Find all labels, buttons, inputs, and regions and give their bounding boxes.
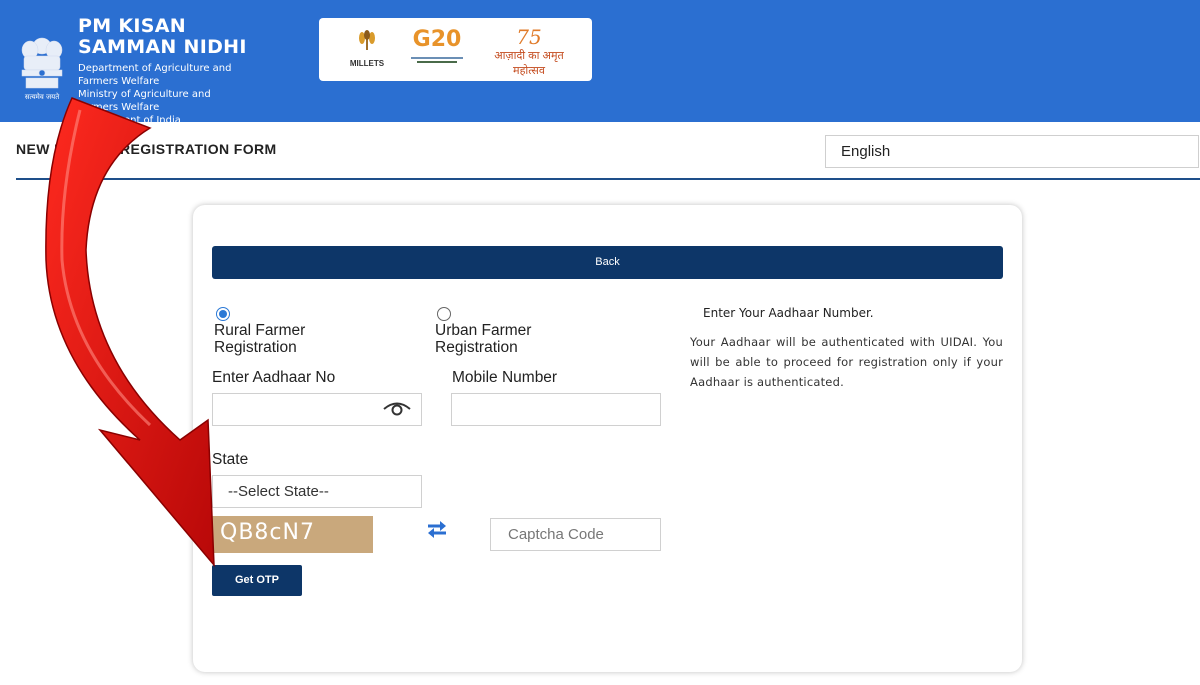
emblem-caption: सत्यमेव जयते xyxy=(25,92,60,101)
state-select[interactable]: --Select State-- xyxy=(212,475,422,508)
g20-logo: G20 xyxy=(401,28,473,70)
rural-farmer-label-line: Registration xyxy=(214,339,297,356)
g20-logo-text: G20 xyxy=(412,27,462,52)
azadi-logo-number: 75 xyxy=(516,25,542,49)
g20-tagline-icon xyxy=(411,57,463,63)
rural-farmer-label-line: Rural Farmer xyxy=(214,322,306,339)
site-subtitle-line: Ministry of Agriculture and xyxy=(78,89,211,100)
millets-logo-text: MILLETS xyxy=(349,59,385,68)
back-button[interactable]: Back xyxy=(212,246,1003,279)
mobile-label: Mobile Number xyxy=(452,369,558,386)
site-header: सत्यमेव जयते PM KISAN SAMMAN NIDHI Depar… xyxy=(0,0,1200,126)
site-subtitle-line: Government of India xyxy=(78,115,181,126)
urban-farmer-label-line: Urban Farmer xyxy=(435,322,532,339)
site-title-line-2: SAMMAN NIDHI xyxy=(78,36,247,58)
aadhaar-label: Enter Aadhaar No xyxy=(212,369,336,386)
millets-logo: MILLETS xyxy=(337,30,397,68)
language-select[interactable]: English xyxy=(825,135,1199,168)
rural-farmer-radio[interactable] xyxy=(216,307,230,321)
rural-farmer-label[interactable]: Rural Farmer Registration xyxy=(214,322,305,356)
urban-farmer-label-line: Registration xyxy=(435,339,518,356)
info-heading: Enter Your Aadhaar Number. xyxy=(703,306,874,320)
state-label: State xyxy=(212,451,249,468)
partner-logos: MILLETS G20 75 आज़ादी का अमृत महोत्सव xyxy=(319,18,592,81)
site-subtitle-line: Farmers Welfare xyxy=(78,76,160,87)
national-emblem-icon: सत्यमेव जयते xyxy=(21,37,63,101)
eye-icon[interactable] xyxy=(381,400,413,416)
azadi-logo-text: आज़ादी का अमृत महोत्सव xyxy=(494,50,564,77)
site-title-line-1: PM KISAN xyxy=(78,15,186,37)
site-subtitle-line: Department of Agriculture and xyxy=(78,63,232,74)
captcha-input[interactable]: Captcha Code xyxy=(490,518,661,551)
captcha-image: QB8cN7 xyxy=(212,516,373,553)
urban-farmer-radio[interactable] xyxy=(437,307,451,321)
urban-farmer-label[interactable]: Urban Farmer Registration xyxy=(435,322,531,356)
site-title-block: PM KISAN SAMMAN NIDHI Department of Agri… xyxy=(78,16,247,127)
millets-icon xyxy=(359,30,375,50)
info-body: Your Aadhaar will be authenticated with … xyxy=(690,335,1003,389)
page-title: NEW FARMER REGISTRATION FORM xyxy=(16,141,277,157)
site-subtitle-line: Farmers Welfare xyxy=(78,102,160,113)
title-divider xyxy=(16,178,1200,180)
refresh-captcha-icon[interactable] xyxy=(425,518,449,540)
mobile-input[interactable] xyxy=(451,393,661,426)
azadi-logo: 75 आज़ादी का अमृत महोत्सव xyxy=(479,26,579,78)
get-otp-button[interactable]: Get OTP xyxy=(212,565,302,596)
